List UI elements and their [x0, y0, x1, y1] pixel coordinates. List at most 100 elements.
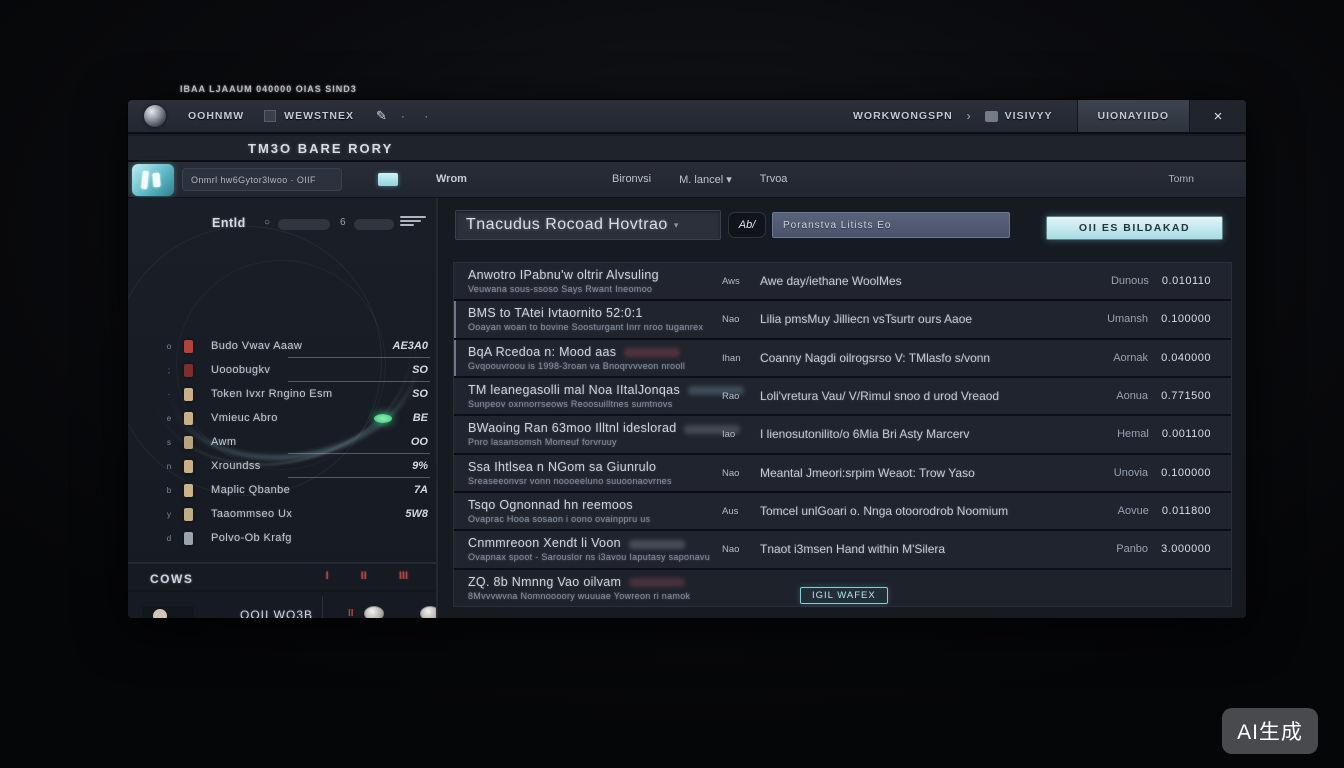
row-description: Lilia pmsMuy Jilliecn vsTsurtr ours Aaoe	[760, 312, 972, 326]
table-row[interactable]: Ssa Ihtlsea n NGom sa Giunrulo Sreaseeon…	[454, 455, 1231, 493]
table-row[interactable]: ZQ. 8b Nmnng Vao oilvam 8Mvvvwvna Nomnoo…	[454, 570, 1231, 606]
item-mark: b	[162, 486, 176, 495]
nav-right-label[interactable]: Tomn	[1168, 173, 1194, 185]
close-icon[interactable]: ×	[1190, 100, 1246, 132]
check-balance-button[interactable]: OII ES BILDAKAD	[1046, 216, 1223, 240]
row-tag: Nao	[722, 314, 739, 325]
row-description: Meantal Jmeori:srpim Weaot: Trow Yaso	[760, 466, 975, 480]
menu-square-icon[interactable]	[264, 110, 276, 122]
filter-dropdown[interactable]: Poranstva Litists Eo	[772, 212, 1010, 238]
coin-icon[interactable]	[420, 606, 438, 618]
item-icon	[184, 484, 193, 497]
badge-icon	[985, 111, 998, 122]
item-count: SO	[412, 364, 428, 376]
divider	[322, 596, 323, 618]
sidebar-item[interactable]: n Xroundss 9%	[128, 454, 436, 478]
blur-artifact	[629, 540, 685, 549]
amount-value: 0.100000	[1161, 467, 1211, 479]
filter-icon[interactable]	[400, 214, 426, 232]
brand-label[interactable]: OOHNMW	[188, 110, 244, 122]
amount-value: 0.010110	[1162, 275, 1211, 287]
sidebar-pill[interactable]: 6	[354, 219, 394, 230]
item-icon	[184, 460, 193, 473]
row-description: Tomcel unlGoari o. Nnga otoorodrob Noomi…	[760, 504, 1008, 518]
nav-link[interactable]: Bironvsi	[612, 173, 651, 186]
item-icon	[184, 532, 193, 545]
tool-button[interactable]: Ab/	[728, 212, 766, 238]
table-row[interactable]: BWaoing Ran 63moo Illtnl ideslorad Pnro …	[454, 416, 1231, 454]
menu-item-label[interactable]: WEWSTNEX	[284, 110, 354, 122]
row-amount: Umansh 0.100000	[1107, 313, 1211, 325]
item-icon	[184, 412, 193, 425]
table-row[interactable]: Cnmmreoon Xendt li Voon Ovapnax spoot - …	[454, 531, 1231, 569]
signature-icon[interactable]: ✎	[376, 108, 387, 124]
blur-artifact	[629, 578, 685, 587]
amount-value: 0.771500	[1161, 390, 1211, 402]
row-tag: Nao	[722, 544, 739, 555]
nav-home[interactable]: Wrom	[436, 173, 467, 185]
item-label: Awm	[211, 436, 236, 448]
coins-mark: III	[399, 570, 408, 582]
sidebar-item[interactable]: d Polvo-Ob Krafg	[128, 526, 436, 550]
amount-value: 0.040000	[1161, 352, 1211, 364]
item-count: SO	[412, 388, 428, 400]
amount-value: 0.100000	[1161, 313, 1211, 325]
app-tile-icon[interactable]	[132, 164, 174, 196]
sidebar-item[interactable]: y Taaommseo Ux 5W8	[128, 502, 436, 526]
teal-indicator-icon[interactable]	[378, 173, 398, 186]
window-title: TM3O BARE RORY	[248, 141, 393, 156]
more-dots-icon[interactable]: · ·	[401, 109, 436, 123]
item-label: Polvo-Ob Krafg	[211, 532, 292, 544]
user-name: OOII WO3B	[240, 608, 313, 618]
item-label: Token Ivxr Rngino Esm	[211, 388, 333, 400]
item-icon	[184, 508, 193, 521]
nav-link[interactable]: M. lancel ▾	[679, 173, 732, 186]
item-label: Vmieuc Abro	[211, 412, 278, 424]
sidebar-pill[interactable]: ○	[278, 219, 330, 230]
item-mark: y	[162, 510, 176, 519]
row-amount: Aonua 0.771500	[1116, 390, 1211, 402]
nav-link[interactable]: Trvoa	[760, 173, 788, 186]
page-title-box[interactable]: Tnacudus Rocoad Hovtrao ▾	[455, 210, 721, 240]
page-title: Tnacudus Rocoad Hovtrao	[466, 216, 668, 234]
coin-icon[interactable]	[364, 606, 384, 618]
table-row[interactable]: Anwotro IPabnu'w oltrir Alvsuling Veuwan…	[454, 263, 1231, 301]
item-count: 5W8	[405, 508, 428, 520]
table-row[interactable]: BqA Rcedoa n: Mood aas Gvqoouvroou is 19…	[454, 340, 1231, 378]
sidebar-item[interactable]: · Token Ivxr Rngino Esm SO	[128, 382, 436, 406]
amount-value: 0.001100	[1162, 428, 1211, 440]
account-tab[interactable]: UIONAYIIDO	[1077, 100, 1190, 132]
row-amount: Panbo 3.000000	[1116, 543, 1211, 555]
workspace-label[interactable]: WORKWONGSPN	[853, 110, 953, 122]
item-icon	[184, 436, 193, 449]
visor-label[interactable]: VISIVYY	[1005, 110, 1053, 122]
row-amount	[1201, 582, 1211, 594]
sidebar-item[interactable]: s Awm OO	[128, 430, 436, 454]
table-row[interactable]: BMS to TAtei Ivtaornito 52:0:1 Ooayan wo…	[454, 301, 1231, 339]
tab-row: Onmrl hw6Gytor3lwoo · OIIF Wrom Bironvsi…	[128, 162, 1246, 198]
row-description: Coanny Nagdi oilrogsrso V: TMlasfo s/von…	[760, 351, 990, 365]
table-row[interactable]: TM leanegasolli mal Noa IItalJonqas Sunp…	[454, 378, 1231, 416]
pill-mark: ○	[264, 217, 270, 228]
item-count: 9%	[412, 460, 428, 472]
amount-label: Umansh	[1107, 313, 1148, 325]
amount-label: Aovue	[1118, 505, 1149, 517]
item-mark: d	[162, 534, 176, 543]
caret-down-icon: ▾	[674, 220, 679, 231]
user-card[interactable]: OOII WO3B II	[128, 594, 436, 618]
sidebar-item[interactable]: ; Uooobugkv SO	[128, 358, 436, 382]
table-row[interactable]: Tsqo Ognonnad hn reemoos Ovaprac Hooa so…	[454, 493, 1231, 531]
desktop-caption: IBAA LJAAUM 040000 OIAS SIND3	[180, 84, 357, 94]
address-tab[interactable]: Onmrl hw6Gytor3lwoo · OIIF	[182, 168, 342, 191]
chevron-right-icon[interactable]: ›	[967, 109, 971, 123]
sidebar-item[interactable]: b Maplic Qbanbe 7A	[128, 478, 436, 502]
ai-watermark: AI生成	[1222, 708, 1318, 754]
amount-label: Dunous	[1111, 275, 1149, 287]
sidebar-items: o Budo Vwav Aaaw AE3A0 ; Uooobugkv SO · …	[128, 334, 436, 550]
item-mark: ;	[162, 366, 176, 375]
load-more-button[interactable]: IGIL WAFEX	[800, 587, 888, 604]
sidebar-item[interactable]: o Budo Vwav Aaaw AE3A0	[128, 334, 436, 358]
sidebar-item[interactable]: e Vmieuc Abro BE	[128, 406, 436, 430]
app-window: OOHNMW WEWSTNEX ✎ · · WORKWONGSPN › VISI…	[128, 100, 1246, 618]
amount-label: Aornak	[1113, 352, 1148, 364]
